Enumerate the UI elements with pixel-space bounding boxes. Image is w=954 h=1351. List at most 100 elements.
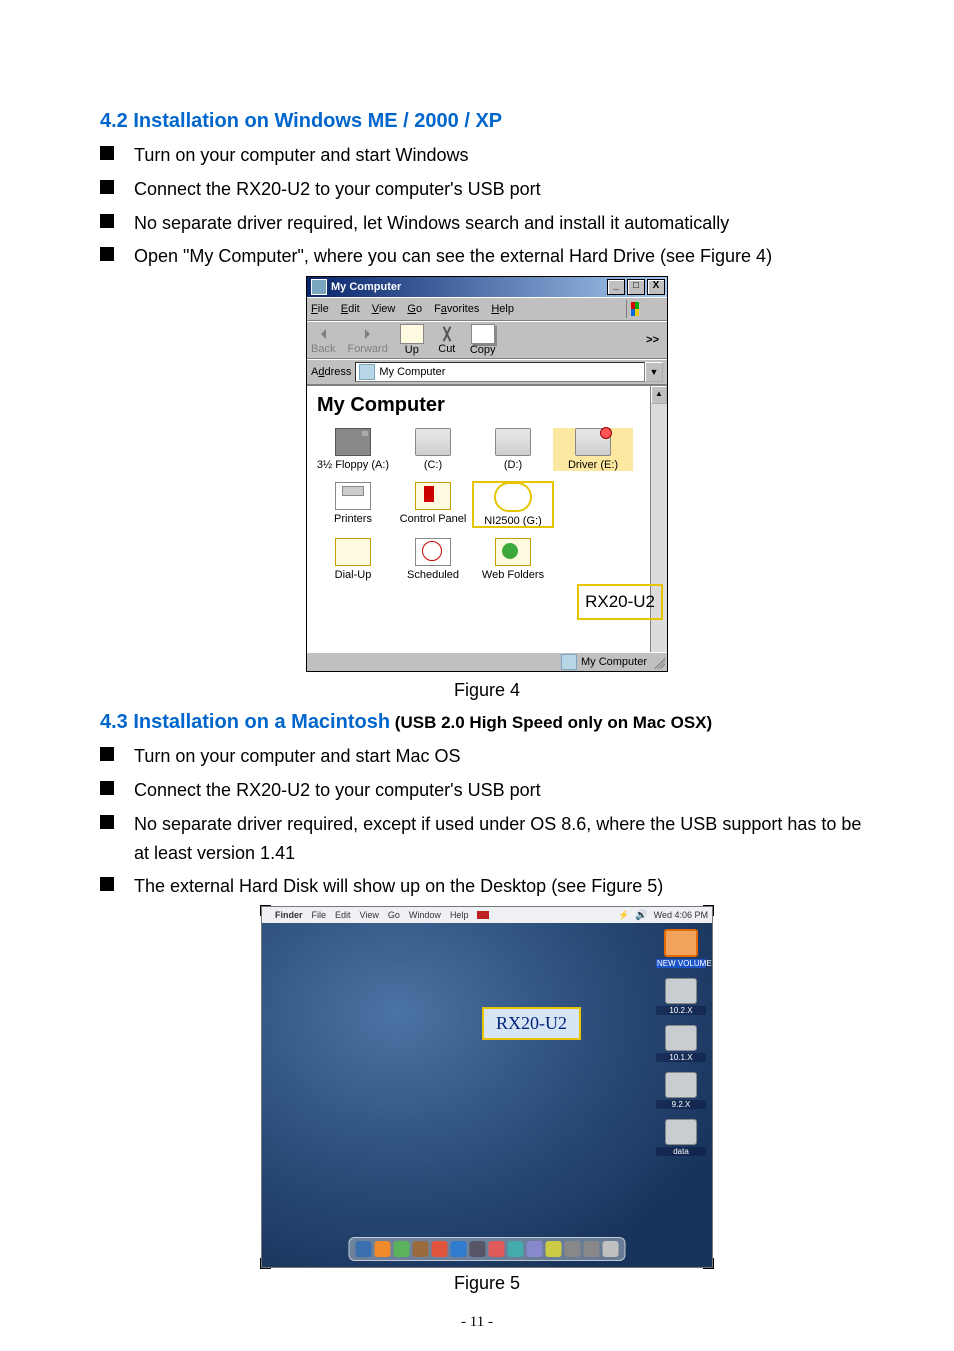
menu-help[interactable]: Help — [491, 303, 514, 315]
statusbar: My Computer — [307, 652, 667, 671]
dock-item[interactable] — [565, 1241, 581, 1257]
bullet-text: Connect the RX20-U2 to your computer's U… — [134, 175, 874, 204]
menubar: File Edit View Go Favorites Help — [307, 297, 667, 321]
address-input[interactable]: My Computer — [355, 362, 645, 382]
menu-edit[interactable]: Edit — [335, 910, 351, 920]
dock-item[interactable] — [451, 1241, 467, 1257]
bullet-text: Connect the RX20-U2 to your computer's U… — [134, 776, 874, 805]
app-icon — [311, 279, 327, 295]
dock-item[interactable] — [413, 1241, 429, 1257]
menu-window[interactable]: Window — [409, 910, 441, 920]
menu-go[interactable]: Go — [407, 303, 422, 315]
floppy-drive[interactable]: 3½ Floppy (A:) — [313, 428, 393, 471]
heading-4-2: 4.2 Installation on Windows ME / 2000 / … — [100, 110, 874, 133]
hd-data[interactable]: data — [656, 1119, 706, 1156]
forward-button: Forward — [347, 325, 387, 355]
close-button[interactable]: X — [647, 279, 665, 295]
content-header: My Computer — [317, 394, 661, 417]
speaker-icon[interactable]: 🔊 — [635, 910, 647, 921]
callout-rx20-u2: RX20-U2 — [577, 584, 663, 620]
resize-grip-icon[interactable] — [651, 655, 665, 669]
cut-button[interactable]: Cut — [436, 325, 458, 355]
web-folders[interactable]: Web Folders — [473, 538, 553, 581]
bullet-icon — [100, 877, 114, 891]
battery-icon[interactable]: ⚡ — [618, 910, 629, 921]
menu-go[interactable]: Go — [388, 910, 400, 920]
dock-item[interactable] — [584, 1241, 600, 1257]
dock-item[interactable] — [394, 1241, 410, 1257]
address-dropdown-icon[interactable]: ▼ — [645, 362, 663, 382]
figure5-caption: Figure 5 — [100, 1273, 874, 1294]
bullet-icon — [100, 247, 114, 261]
dock-item[interactable] — [470, 1241, 486, 1257]
mac-desktop: Finder File Edit View Go Window Help ⚡ 🔊… — [261, 906, 713, 1268]
d-drive[interactable]: (D:) — [473, 428, 553, 471]
content-area: ▲ My Computer 3½ Floppy (A:) (C:) (D:) D… — [307, 385, 667, 652]
bullet-text: Turn on your computer and start Windows — [134, 141, 874, 170]
windows-logo-icon — [626, 300, 651, 318]
my-computer-window: My Computer _ □ X File Edit View Go Favo… — [306, 276, 668, 672]
window-title: My Computer — [331, 281, 605, 293]
toolbar: Back Forward Up Cut Copy >> — [307, 321, 667, 359]
dock-item[interactable] — [375, 1241, 391, 1257]
scheduled[interactable]: Scheduled — [393, 538, 473, 581]
menu-file[interactable]: File — [312, 910, 327, 920]
minimize-button[interactable]: _ — [607, 279, 625, 295]
bullet-text: No separate driver required, except if u… — [134, 810, 874, 868]
maximize-button[interactable]: □ — [627, 279, 645, 295]
dock[interactable] — [349, 1237, 626, 1261]
dock-item[interactable] — [546, 1241, 562, 1257]
menu-file[interactable]: File — [311, 303, 329, 315]
titlebar[interactable]: My Computer _ □ X — [307, 277, 667, 297]
clock[interactable]: Wed 4:06 PM — [654, 910, 708, 920]
control-panel[interactable]: Control Panel — [393, 482, 473, 527]
page-number: - 11 - — [0, 1314, 954, 1331]
scroll-up-icon[interactable]: ▲ — [651, 386, 667, 404]
bullet-icon — [100, 180, 114, 194]
copy-button[interactable]: Copy — [470, 324, 496, 356]
menu-favorites[interactable]: Favorites — [434, 303, 479, 315]
dock-item[interactable] — [432, 1241, 448, 1257]
c-drive[interactable]: (C:) — [393, 428, 473, 471]
bullet-icon — [100, 747, 114, 761]
heading-4-3: 4.3 Installation on a Macintosh (USB 2.0… — [100, 711, 874, 734]
dock-item[interactable] — [489, 1241, 505, 1257]
bullet-text: Turn on your computer and start Mac OS — [134, 742, 874, 771]
address-bar: Address My Computer ▼ — [307, 359, 667, 385]
g-drive[interactable]: NI2500 (G:) — [473, 482, 553, 527]
dock-item[interactable] — [356, 1241, 372, 1257]
bullet-text: The external Hard Disk will show up on t… — [134, 872, 874, 901]
dock-item[interactable] — [603, 1241, 619, 1257]
new-volume[interactable]: NEW VOLUME — [656, 929, 706, 968]
menu-view[interactable]: View — [360, 910, 379, 920]
bullet-text: No separate driver required, let Windows… — [134, 209, 874, 238]
hd-10-2-x[interactable]: 10.2.X — [656, 978, 706, 1015]
mac-menubar: Finder File Edit View Go Window Help ⚡ 🔊… — [262, 907, 712, 923]
menu-view[interactable]: View — [372, 303, 396, 315]
dock-item[interactable] — [508, 1241, 524, 1257]
dock-item[interactable] — [527, 1241, 543, 1257]
hd-10-1-x[interactable]: 10.1.X — [656, 1025, 706, 1062]
bullet-icon — [100, 146, 114, 160]
crop-mark-icon — [703, 905, 714, 916]
dial-up[interactable]: Dial-Up — [313, 538, 393, 581]
printers[interactable]: Printers — [313, 482, 393, 527]
bullet-icon — [100, 214, 114, 228]
hd-9-2-x[interactable]: 9.2.X — [656, 1072, 706, 1109]
e-drive[interactable]: Driver (E:) — [553, 428, 633, 471]
bullet-icon — [100, 781, 114, 795]
computer-icon — [359, 364, 375, 380]
flag-icon[interactable] — [477, 911, 489, 919]
status-text: My Computer — [581, 656, 647, 668]
crop-mark-icon — [703, 1258, 714, 1269]
toolbar-overflow-icon[interactable]: >> — [642, 334, 663, 346]
menu-finder[interactable]: Finder — [275, 910, 303, 920]
bullet-text: Open "My Computer", where you can see th… — [134, 242, 874, 271]
bullet-icon — [100, 815, 114, 829]
crop-mark-icon — [260, 1258, 271, 1269]
menu-help[interactable]: Help — [450, 910, 469, 920]
callout-rx20-u2: RX20-U2 — [482, 1007, 581, 1040]
figure4-caption: Figure 4 — [100, 680, 874, 701]
up-button[interactable]: Up — [400, 324, 424, 356]
menu-edit[interactable]: Edit — [341, 303, 360, 315]
